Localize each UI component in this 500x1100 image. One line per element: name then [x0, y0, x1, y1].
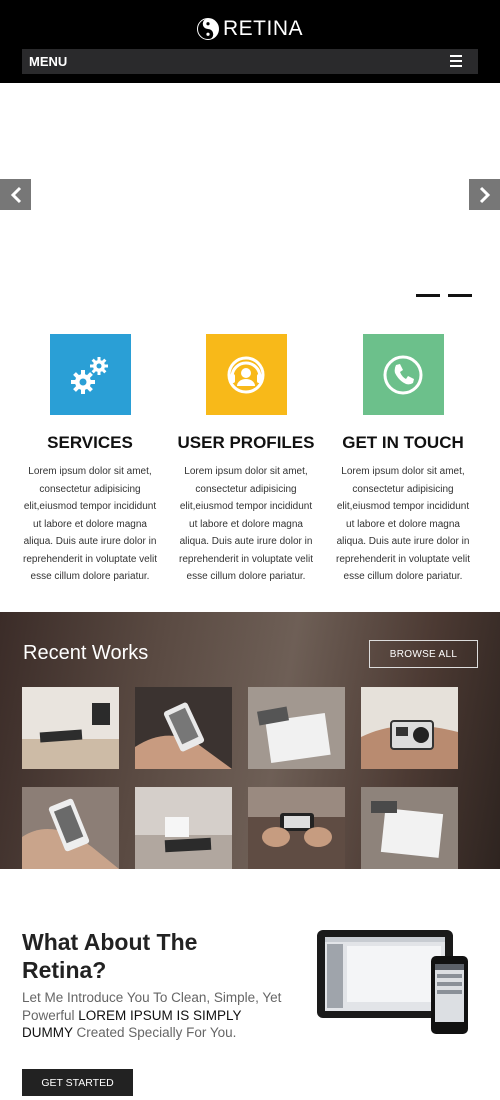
- hero-slider: [0, 83, 500, 313]
- feature-title: GET IN TOUCH: [342, 433, 464, 452]
- box-on-table-image: [361, 787, 458, 869]
- feature-text: Lorem ipsum dolor sit amet, consectetur a…: [336, 466, 470, 582]
- devices-image: [317, 930, 468, 1034]
- feature-tile: [205, 334, 287, 415]
- work-thumb-camera[interactable]: [361, 687, 458, 769]
- feature-services: SERVICES Lorem ipsum dolor sit amet, cons…: [10, 334, 170, 586]
- logo-text: RETINA: [222, 17, 303, 40]
- feature-text: Lorem ipsum dolor sit amet, consectetur a…: [179, 466, 313, 582]
- chevron-right-icon: [479, 186, 490, 203]
- about-section: What About The Retina? Let Me Introduce …: [0, 869, 500, 1100]
- feature-user-profiles: USER PROFILES Lorem ipsum dolor sit amet…: [166, 334, 326, 586]
- yin-yang-icon: [196, 18, 219, 40]
- feature-title: USER PROFILES: [177, 433, 315, 452]
- box-and-phone-image: [248, 687, 345, 769]
- features-section: SERVICES Lorem ipsum dolor sit amet, cons…: [0, 334, 500, 594]
- section-title: Recent Works: [23, 642, 149, 664]
- slider-dot-1[interactable]: [416, 294, 440, 297]
- cup-and-notebook-image: [135, 787, 232, 869]
- feature-tile: [362, 334, 444, 415]
- work-thumb-box-2[interactable]: [361, 787, 458, 869]
- slider-prev-button[interactable]: [0, 179, 31, 210]
- chevron-left-icon: [10, 186, 21, 203]
- recent-works-section: Recent Works BROWSE ALL: [0, 612, 500, 869]
- work-thumb-box[interactable]: [248, 687, 345, 769]
- slider-dot-2[interactable]: [448, 294, 472, 297]
- notebook-desk-image: [22, 687, 119, 769]
- phone-in-hand-image: [135, 687, 232, 769]
- feature-get-in-touch: GET IN TOUCH Lorem ipsum dolor sit amet,…: [323, 334, 483, 586]
- slider-next-button[interactable]: [469, 179, 500, 210]
- feature-tile: [49, 334, 131, 415]
- hamburger-icon[interactable]: [450, 55, 462, 67]
- work-thumb-cup[interactable]: [135, 787, 232, 869]
- site-logo[interactable]: RETINA: [0, 17, 500, 41]
- about-title: What About The Retina?: [22, 929, 198, 983]
- site-header: RETINA MENU: [0, 0, 500, 83]
- menu-bar[interactable]: MENU: [22, 49, 478, 74]
- menu-label: MENU: [29, 54, 68, 69]
- browse-all-button[interactable]: BROWSE ALL: [369, 640, 478, 668]
- work-thumb-photo[interactable]: [248, 787, 345, 869]
- feature-title: SERVICES: [47, 433, 133, 452]
- work-thumb-notebook[interactable]: [22, 687, 119, 769]
- work-thumb-phone[interactable]: [135, 687, 232, 769]
- feature-text: Lorem ipsum dolor sit amet, consectetur a…: [23, 466, 157, 582]
- about-text: Let Me Introduce You To Clean, Simple, Y…: [22, 990, 282, 1040]
- phone-icon: [383, 355, 423, 394]
- gears-icon: [71, 356, 108, 394]
- work-thumb-phone-2[interactable]: [22, 787, 119, 869]
- user-support-icon: [227, 356, 265, 393]
- phone-photo-image: [248, 787, 345, 869]
- get-started-button[interactable]: GET STARTED: [22, 1069, 133, 1096]
- phone-in-hand-image: [22, 787, 119, 869]
- action-camera-image: [361, 687, 458, 769]
